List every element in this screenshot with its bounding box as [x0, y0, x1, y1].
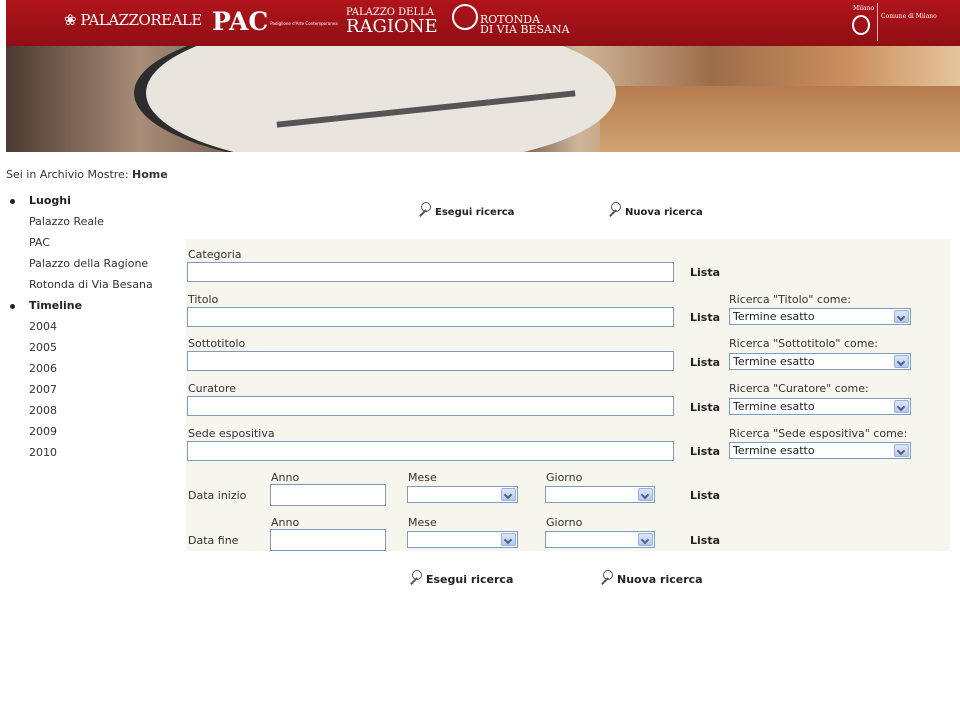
titolo-match-label: Ricerca "Titolo" come: — [729, 293, 851, 306]
sede-match-label: Ricerca "Sede espositiva" come: — [729, 427, 908, 440]
sidebar-item-palazzo-reale[interactable]: Palazzo Reale — [29, 215, 104, 228]
comune-milano-logo[interactable]: Milano Comune di Milano — [847, 3, 937, 41]
chevron-down-icon[interactable] — [638, 533, 653, 546]
ragione-logo-bottom: RAGIONE — [346, 16, 438, 37]
bullet-icon — [10, 199, 15, 204]
magnifier-icon — [406, 570, 424, 586]
sede-match-value: Termine esatto — [733, 444, 815, 457]
sottotitolo-match-select[interactable]: Termine esatto — [729, 353, 911, 370]
sottotitolo-match-value: Termine esatto — [733, 355, 815, 368]
sottotitolo-input[interactable] — [187, 351, 674, 371]
chevron-down-icon[interactable] — [501, 533, 516, 546]
new-search-button-top[interactable]: Nuova ricerca — [605, 202, 703, 218]
sede-match-select[interactable]: Termine esatto — [729, 442, 911, 459]
data-fine-giorno-select[interactable] — [545, 531, 655, 548]
search-button-label: Esegui ricerca — [435, 207, 515, 218]
titolo-match-value: Termine esatto — [733, 310, 815, 323]
data-inizio-label: Data inizio — [188, 489, 247, 502]
data-fine-mese-select[interactable] — [407, 531, 518, 548]
data-fine-anno-label: Anno — [271, 516, 300, 529]
banner-floor — [600, 86, 960, 152]
palazzo-ragione-logo[interactable]: PALAZZO DELLA RAGIONE — [346, 7, 438, 37]
sidebar-item-2006[interactable]: 2006 — [29, 362, 57, 375]
new-search-button-label: Nuova ricerca — [617, 573, 703, 586]
curatore-lista-link[interactable]: Lista — [690, 401, 720, 414]
palazzo-reale-logo-text: PALAZZOREALE — [80, 11, 202, 29]
curatore-match-value: Termine esatto — [733, 400, 815, 413]
data-inizio-giorno-select[interactable] — [545, 486, 655, 503]
sede-label: Sede espositiva — [188, 427, 275, 440]
sede-input[interactable] — [187, 441, 674, 461]
breadcrumb: Sei in Archivio Mostre: Home — [6, 168, 168, 181]
sidebar-item-palazzo-ragione[interactable]: Palazzo della Ragione — [29, 257, 148, 270]
titolo-match-select[interactable]: Termine esatto — [729, 308, 911, 325]
data-inizio-mese-select[interactable] — [407, 486, 518, 503]
data-inizio-lista-link[interactable]: Lista — [690, 489, 720, 502]
milano-city-text: Milano — [853, 5, 875, 12]
rotonda-besana-logo[interactable]: ROTONDA DI VIA BESANA — [452, 4, 570, 36]
sidebar-item-2009[interactable]: 2009 — [29, 425, 57, 438]
chevron-down-icon[interactable] — [894, 310, 909, 323]
rotonda-seal-icon — [452, 4, 478, 30]
data-fine-label: Data fine — [188, 534, 239, 547]
data-fine-lista-link[interactable]: Lista — [690, 534, 720, 547]
data-inizio-mese-label: Mese — [408, 471, 437, 484]
sidebar-heading-luoghi[interactable]: Luoghi — [29, 194, 71, 207]
titolo-label: Titolo — [188, 293, 219, 306]
sidebar-item-2007[interactable]: 2007 — [29, 383, 57, 396]
pac-logo-subtitle: Padiglione d'Arte Contemporanea — [270, 21, 338, 26]
data-fine-anno-input[interactable] — [270, 529, 386, 551]
search-button-top[interactable]: Esegui ricerca — [415, 202, 514, 218]
data-inizio-anno-input[interactable] — [270, 484, 386, 506]
search-button-label: Esegui ricerca — [426, 573, 514, 586]
palazzo-reale-logo[interactable]: ❀ PALAZZOREALE — [64, 11, 202, 29]
sidebar-item-2004[interactable]: 2004 — [29, 320, 57, 333]
search-button-bottom[interactable]: Esegui ricerca — [406, 570, 513, 586]
curatore-match-select[interactable]: Termine esatto — [729, 398, 911, 415]
curatore-label: Curatore — [188, 382, 237, 395]
comune-milano-text: Comune di Milano — [881, 13, 937, 20]
data-fine-mese-label: Mese — [408, 516, 437, 529]
sidebar-item-rotonda-besana[interactable]: Rotonda di Via Besana — [29, 278, 153, 291]
sottotitolo-label: Sottotitolo — [188, 337, 246, 350]
new-search-button-label: Nuova ricerca — [625, 207, 703, 218]
magnifier-icon — [415, 202, 433, 218]
header-banner-image — [6, 46, 960, 152]
breadcrumb-current: Home — [132, 168, 168, 181]
sidebar-heading-timeline[interactable]: Timeline — [29, 299, 82, 312]
categoria-label: Categoria — [188, 248, 242, 261]
sottotitolo-match-label: Ricerca "Sottotitolo" come: — [729, 337, 878, 350]
site-header: ❀ PALAZZOREALE PAC Padiglione d'Arte Cont… — [6, 0, 960, 46]
sidebar-item-2010[interactable]: 2010 — [29, 446, 57, 459]
rotonda-logo-bottom: DI VIA BESANA — [480, 23, 570, 36]
curatore-match-label: Ricerca "Curatore" come: — [729, 382, 869, 395]
pac-logo[interactable]: PAC Padiglione d'Arte Contemporanea — [212, 7, 338, 36]
data-inizio-anno-label: Anno — [271, 471, 300, 484]
milano-crest-icon — [852, 15, 870, 35]
chevron-down-icon[interactable] — [894, 400, 909, 413]
sottotitolo-lista-link[interactable]: Lista — [690, 356, 720, 369]
new-search-button-bottom[interactable]: Nuova ricerca — [597, 570, 703, 586]
data-inizio-giorno-label: Giorno — [546, 471, 583, 484]
breadcrumb-prefix: Sei in Archivio Mostre: — [6, 168, 133, 181]
titolo-input[interactable] — [187, 307, 674, 327]
sidebar-item-2008[interactable]: 2008 — [29, 404, 57, 417]
chevron-down-icon[interactable] — [894, 355, 909, 368]
sidebar-item-2005[interactable]: 2005 — [29, 341, 57, 354]
bullet-icon — [10, 304, 15, 309]
logo-separator — [877, 3, 878, 41]
pac-logo-text: PAC — [212, 7, 269, 36]
categoria-input[interactable] — [187, 262, 674, 282]
magnifier-icon — [605, 202, 623, 218]
curatore-input[interactable] — [187, 396, 674, 416]
titolo-lista-link[interactable]: Lista — [690, 311, 720, 324]
magnifier-icon — [597, 570, 615, 586]
chevron-down-icon[interactable] — [501, 488, 516, 501]
sede-lista-link[interactable]: Lista — [690, 445, 720, 458]
chevron-down-icon[interactable] — [894, 444, 909, 457]
data-fine-giorno-label: Giorno — [546, 516, 583, 529]
sidebar-item-pac[interactable]: PAC — [29, 236, 50, 249]
chevron-down-icon[interactable] — [638, 488, 653, 501]
categoria-lista-link[interactable]: Lista — [690, 266, 720, 279]
